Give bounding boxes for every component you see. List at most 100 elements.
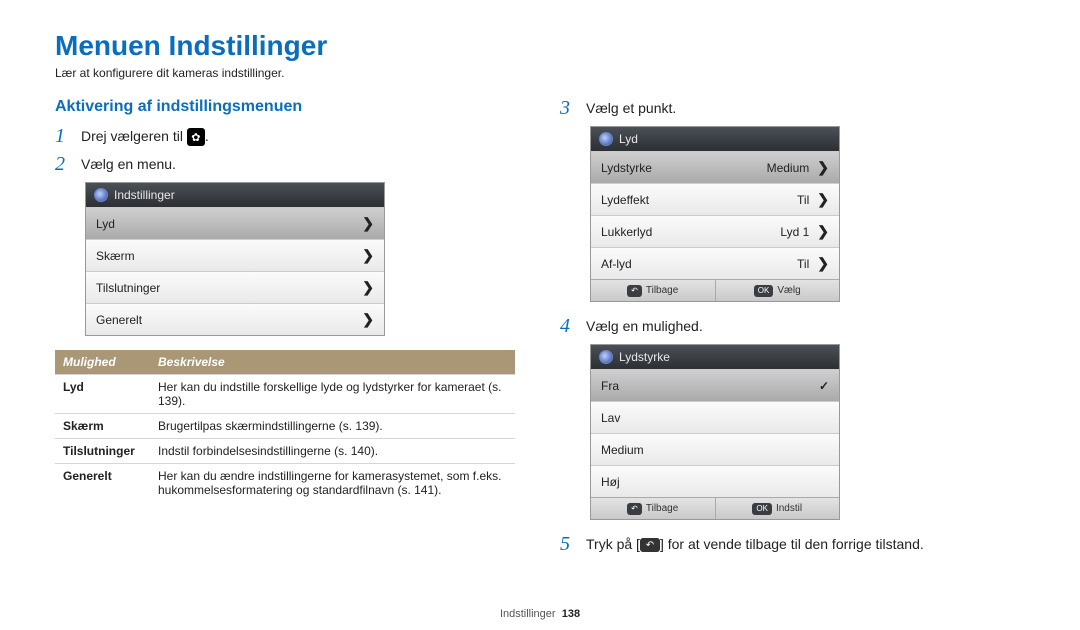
back-key-icon: ↶ <box>640 538 660 552</box>
menu-option-fra[interactable]: Fra ✓ <box>591 369 839 401</box>
step-text: Vælg en menu. <box>81 154 176 172</box>
footer-ok[interactable]: OK Vælg <box>716 280 840 301</box>
step-number: 3 <box>560 98 578 118</box>
menu-item-label: Fra <box>601 379 619 393</box>
section-heading: Aktivering af indstillingsmenuen <box>55 98 520 116</box>
menu-item-af-lyd[interactable]: Af-lyd Til ❯ <box>591 247 839 279</box>
table-row: Lyd Her kan du indstille forskellige lyd… <box>55 375 515 414</box>
step-2: 2 Vælg en menu. <box>55 154 520 174</box>
menu-option-lav[interactable]: Lav <box>591 401 839 433</box>
camera-menu-footer: ↶ Tilbage OK Indstil <box>591 497 839 519</box>
menu-item-value: Til <box>797 257 809 271</box>
table-description: Brugertilpas skærmindstillingerne (s. 13… <box>150 414 515 439</box>
footer-ok-label: Vælg <box>777 285 800 296</box>
step-3: 3 Vælg et punkt. <box>560 98 1025 118</box>
menu-item-label: Høj <box>601 475 620 489</box>
page-title: Menuen Indstillinger <box>55 30 1025 62</box>
page-subtitle: Lær at konfigurere dit kameras indstilli… <box>55 66 1025 80</box>
options-table: Mulighed Beskrivelse Lyd Her kan du inds… <box>55 350 515 502</box>
menu-item-label: Lav <box>601 411 620 425</box>
gear-icon: ✿ <box>187 128 205 146</box>
table-description: Indstil forbindelsesindstillingerne (s. … <box>150 439 515 464</box>
chevron-right-icon: ❯ <box>817 191 829 208</box>
table-option: Tilslutninger <box>55 439 150 464</box>
camera-menu-footer: ↶ Tilbage OK Vælg <box>591 279 839 301</box>
step-text-prefix: Drej vælgeren til <box>81 128 187 144</box>
ok-icon: OK <box>754 285 774 297</box>
right-column: 3 Vælg et punkt. Lyd Lydstyrke Medium ❯ L… <box>560 98 1025 562</box>
menu-item-lyd[interactable]: Lyd ❯ <box>86 207 384 239</box>
table-head-option: Mulighed <box>55 350 150 375</box>
menu-item-value: Medium <box>767 161 810 175</box>
menu-item-label: Lydstyrke <box>601 161 652 175</box>
table-option: Skærm <box>55 414 150 439</box>
chevron-right-icon: ❯ <box>362 311 374 328</box>
page-number: 138 <box>562 608 580 620</box>
menu-item-lydstyrke[interactable]: Lydstyrke Medium ❯ <box>591 151 839 183</box>
footer-ok-label: Indstil <box>776 503 802 514</box>
chevron-right-icon: ❯ <box>362 279 374 296</box>
step-4: 4 Vælg en mulighed. <box>560 316 1025 336</box>
menu-item-lukkerlyd[interactable]: Lukkerlyd Lyd 1 ❯ <box>591 215 839 247</box>
camera-menu-header: Lyd <box>591 127 839 151</box>
step-text-prefix: Tryk på [ <box>586 536 640 552</box>
back-icon: ↶ <box>627 503 642 515</box>
table-description: Her kan du ændre indstillingerne for kam… <box>150 464 515 503</box>
menu-item-generelt[interactable]: Generelt ❯ <box>86 303 384 335</box>
mode-dial-icon <box>94 188 108 202</box>
menu-item-label: Af-lyd <box>601 257 632 271</box>
step-text: Vælg en mulighed. <box>586 316 703 334</box>
menu-item-tilslutninger[interactable]: Tilslutninger ❯ <box>86 271 384 303</box>
table-row: Generelt Her kan du ændre indstillingern… <box>55 464 515 503</box>
step-number: 2 <box>55 154 73 174</box>
footer-back-label: Tilbage <box>646 285 678 296</box>
step-number: 4 <box>560 316 578 336</box>
camera-menu-header: Indstillinger <box>86 183 384 207</box>
menu-item-label: Lyd <box>96 217 115 231</box>
back-icon: ↶ <box>627 285 642 297</box>
camera-menu-title: Lyd <box>619 132 638 146</box>
table-row: Skærm Brugertilpas skærmindstillingerne … <box>55 414 515 439</box>
step-text-suffix: . <box>205 128 209 144</box>
table-row: Tilslutninger Indstil forbindelsesindsti… <box>55 439 515 464</box>
chevron-right-icon: ❯ <box>362 215 374 232</box>
chevron-right-icon: ❯ <box>817 223 829 240</box>
camera-menu-lyd: Lyd Lydstyrke Medium ❯ Lydeffekt Til ❯ Luk… <box>590 126 840 302</box>
camera-menu-lydstyrke: Lydstyrke Fra ✓ Lav Medium Høj <box>590 344 840 520</box>
footer-back[interactable]: ↶ Tilbage <box>591 280 716 301</box>
menu-option-medium[interactable]: Medium <box>591 433 839 465</box>
page-footer: Indstillinger 138 <box>0 608 1080 620</box>
step-text-suffix: ] for at vende tilbage til den forrige t… <box>660 536 924 552</box>
menu-item-value: Til <box>797 193 809 207</box>
chevron-right-icon: ❯ <box>362 247 374 264</box>
menu-item-skaerm[interactable]: Skærm ❯ <box>86 239 384 271</box>
camera-menu-header: Lydstyrke <box>591 345 839 369</box>
menu-item-lydeffekt[interactable]: Lydeffekt Til ❯ <box>591 183 839 215</box>
step-text: Tryk på [↶] for at vende tilbage til den… <box>586 534 924 552</box>
table-option: Generelt <box>55 464 150 503</box>
table-description: Her kan du indstille forskellige lyde og… <box>150 375 515 414</box>
menu-option-hoj[interactable]: Høj <box>591 465 839 497</box>
footer-back[interactable]: ↶ Tilbage <box>591 498 716 519</box>
step-number: 1 <box>55 126 73 146</box>
menu-item-label: Skærm <box>96 249 135 263</box>
footer-ok[interactable]: OK Indstil <box>716 498 840 519</box>
menu-item-label: Tilslutninger <box>96 281 160 295</box>
step-text: Vælg et punkt. <box>586 98 676 116</box>
camera-menu-title: Indstillinger <box>114 188 175 202</box>
ok-icon: OK <box>752 503 772 515</box>
menu-item-value: Lyd 1 <box>780 225 809 239</box>
footer-back-label: Tilbage <box>646 503 678 514</box>
mode-dial-icon <box>599 132 613 146</box>
check-icon: ✓ <box>819 379 829 393</box>
menu-item-label: Lydeffekt <box>601 193 649 207</box>
chevron-right-icon: ❯ <box>817 255 829 272</box>
menu-item-label: Lukkerlyd <box>601 225 652 239</box>
table-head-description: Beskrivelse <box>150 350 515 375</box>
step-5: 5 Tryk på [↶] for at vende tilbage til d… <box>560 534 1025 554</box>
menu-item-label: Generelt <box>96 313 142 327</box>
chevron-right-icon: ❯ <box>817 159 829 176</box>
left-column: Aktivering af indstillingsmenuen 1 Drej … <box>55 98 520 562</box>
menu-item-label: Medium <box>601 443 644 457</box>
camera-menu-settings: Indstillinger Lyd ❯ Skærm ❯ Tilslutninge… <box>85 182 385 336</box>
